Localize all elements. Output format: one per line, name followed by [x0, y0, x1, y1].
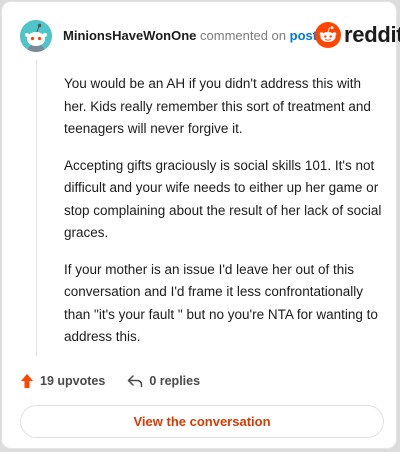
reddit-wordmark: reddit: [344, 22, 400, 47]
user-avatar[interactable]: [20, 20, 52, 52]
view-conversation-button[interactable]: View the conversation: [20, 405, 384, 438]
reply-button[interactable]: 0 replies: [127, 374, 200, 388]
comment-body: You would be an AH if you didn't address…: [64, 73, 382, 363]
upvote-arrow-icon: [21, 374, 33, 388]
thread-line: [36, 60, 37, 356]
reply-count: 0 replies: [149, 374, 201, 388]
username-link[interactable]: MinionsHaveWonOne: [63, 28, 196, 43]
comment-paragraph: If your mother is an issue I'd leave her…: [64, 261, 378, 345]
comment-paragraph: Accepting gifts graciously is social ski…: [64, 157, 382, 241]
reply-arrow-icon: [128, 375, 143, 388]
upvote-count: 19 upvotes: [40, 374, 106, 388]
snoo-avatar-icon: [20, 20, 52, 52]
post-link[interactable]: post: [290, 28, 317, 43]
action-text: commented on: [200, 28, 287, 43]
comment-header: MinionsHaveWonOne commented on post: [63, 28, 317, 43]
comment-paragraph: You would be an AH if you didn't address…: [64, 76, 371, 136]
comment-actions: 19 upvotes 0 replies: [20, 370, 200, 392]
reddit-logo-icon: [315, 22, 341, 48]
comment-embed-card: MinionsHaveWonOne commented on post redd…: [1, 1, 400, 449]
upvote-button[interactable]: 19 upvotes: [20, 373, 105, 389]
reddit-logo[interactable]: reddit: [315, 20, 400, 50]
